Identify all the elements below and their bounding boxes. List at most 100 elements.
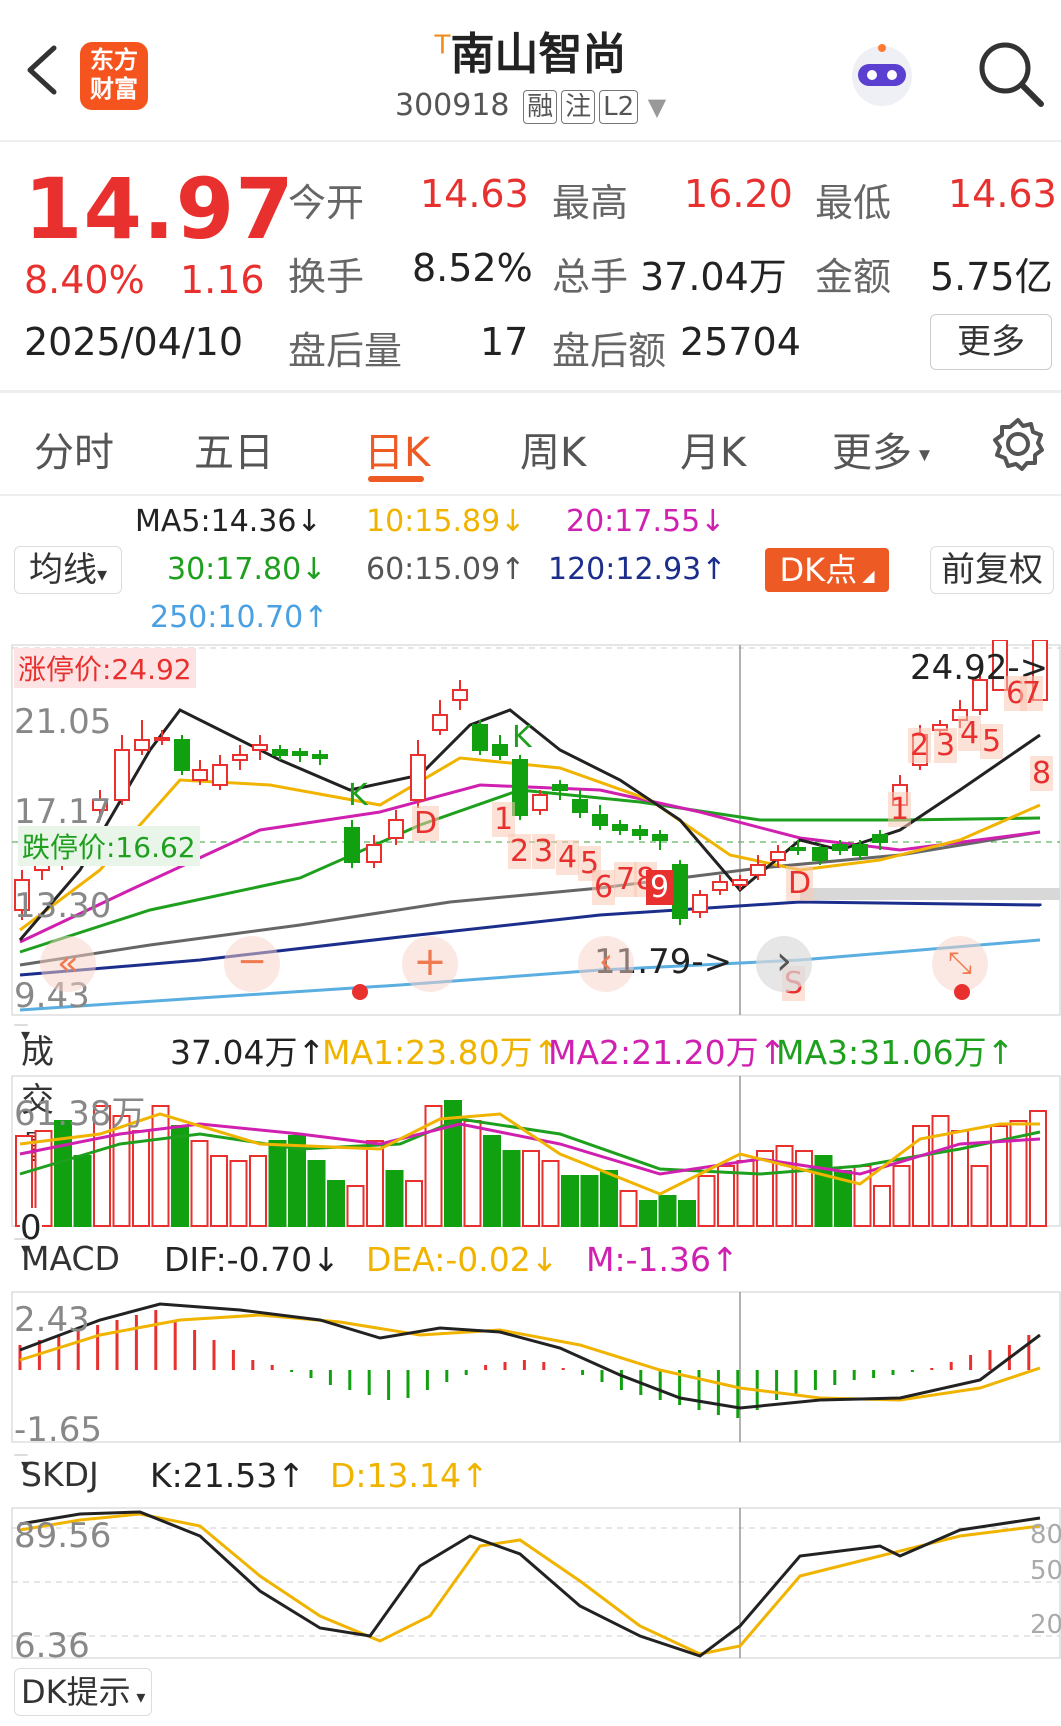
volume-bar [736, 1160, 755, 1227]
macd-dif-line [19, 1302, 1041, 1410]
macd-chart[interactable] [0, 1290, 1061, 1446]
volume-bar [619, 1190, 638, 1227]
minus-icon: − [236, 941, 268, 982]
candle-body [366, 844, 382, 863]
caret-down-icon: ▾ [21, 1025, 31, 1046]
volume-bar [600, 1170, 618, 1227]
dk-signal-marker: D [786, 866, 814, 901]
tab-weekly-k[interactable]: 周K [520, 420, 586, 478]
volume-bar [1029, 1110, 1047, 1227]
tab-monthly-k[interactable]: 月K [680, 420, 746, 478]
candle-body [512, 759, 528, 816]
dk-signal-marker: 4 [556, 840, 580, 875]
volume-bar [229, 1160, 248, 1227]
price-range-band [800, 888, 1060, 900]
volume-bar [892, 1165, 911, 1227]
volume-axis-top: 61.38万 [14, 1094, 146, 1134]
candle-body [134, 739, 150, 751]
zoom-out-button[interactable]: − [224, 936, 280, 992]
dk-signal-marker: 5 [980, 724, 1004, 759]
turnover-value: 8.52% [412, 246, 533, 290]
signal-dot [352, 984, 368, 1000]
zoom-in-button[interactable]: + [402, 936, 458, 992]
macd-selector[interactable]: MACD ▾ [14, 1238, 120, 1278]
robot-assistant-icon[interactable] [842, 40, 922, 116]
dk-signal-marker: D [412, 806, 440, 841]
volume-bar [268, 1140, 287, 1227]
tab-daily-k[interactable]: 日K [364, 420, 430, 478]
skdj-k: K:21.53↑ [150, 1456, 305, 1495]
limit-down-price-label: 跌停价:16.62 [18, 826, 200, 866]
stock-code-row[interactable]: 300918 融注 L2 ▼ [395, 88, 666, 124]
chart-prev-button[interactable]: ‹ [578, 936, 634, 992]
dk-hint-selector[interactable]: DK提示 ▾ [14, 1668, 153, 1716]
volume-bar [346, 1185, 365, 1227]
volume-bar [970, 1165, 989, 1227]
more-quote-button[interactable]: 更多 [930, 314, 1052, 370]
candle-body [410, 754, 426, 801]
settings-button[interactable] [990, 416, 1046, 472]
search-icon [979, 42, 1044, 107]
tab-more[interactable]: 更多 ▾ [832, 420, 930, 478]
change-percent: 8.40% [24, 258, 145, 302]
dk-signal-marker: 1 [888, 792, 912, 827]
price-axis-label-3: 13.30 [14, 886, 112, 926]
high-value: 16.20 [684, 172, 793, 216]
open-value: 14.63 [420, 172, 529, 216]
candle-body [174, 739, 190, 771]
skdj-chart[interactable] [0, 1506, 1061, 1662]
dk-signal-marker: 7 [1020, 676, 1044, 711]
dk-hint-label: DK提示 [21, 1673, 131, 1711]
after-amount-value: 25704 [680, 320, 801, 364]
candle-body [770, 851, 786, 861]
high-label: 最高 [552, 181, 629, 225]
current-price: 14.97 [24, 160, 295, 258]
corner-arrow-icon: ◢ [857, 566, 875, 585]
dk-points-button[interactable]: DK点 ◢ [765, 548, 889, 592]
tab-intraday[interactable]: 分时 [34, 420, 114, 478]
skdj-selector[interactable]: SKDJ ▾ [14, 1454, 99, 1494]
search-button[interactable] [975, 38, 1047, 110]
ma250-line [19, 938, 1041, 1012]
volume-bar [210, 1155, 228, 1227]
candle-body [812, 847, 828, 861]
volume-selector[interactable]: 成交量 ▾ [14, 1024, 54, 1167]
candle-body [612, 824, 628, 831]
volume-bar [561, 1175, 579, 1227]
dk-signal-marker: 2 [908, 728, 932, 763]
candle-body [272, 749, 288, 756]
candle-body [652, 834, 668, 841]
candle-body [532, 794, 548, 811]
candle-body [232, 754, 248, 761]
dropdown-icon: ▼ [647, 93, 667, 121]
volume-chart[interactable] [0, 1074, 1061, 1230]
volume-bar [366, 1140, 384, 1227]
skdj-d: D:13.14↑ [330, 1456, 489, 1495]
gear-icon [993, 418, 1044, 471]
quote-divider [0, 390, 1061, 393]
candle-body [852, 844, 868, 856]
caret-down-icon: ▾ [21, 1239, 31, 1260]
volume-bar [639, 1200, 657, 1227]
double-left-icon: « [56, 943, 80, 984]
tag-margin: 融 [523, 90, 558, 124]
dk-signal-marker: 2 [508, 834, 532, 869]
amount-label: 金额 [815, 255, 892, 299]
price-adjust-button[interactable]: 前复权 [930, 546, 1054, 594]
amount-value: 5.75亿 [930, 255, 1053, 299]
volume-bar [327, 1180, 345, 1227]
caret-down-icon: ▾ [21, 1455, 31, 1476]
price-axis-label-1: 21.05 [14, 702, 112, 742]
macd-dif: DIF:-0.70↓ [164, 1240, 340, 1279]
skdj-d-line [19, 1512, 1041, 1656]
volume-bar [151, 1105, 170, 1227]
tab-five-day[interactable]: 五日 [194, 420, 274, 478]
low-label: 最低 [815, 181, 892, 225]
candle-body [750, 864, 766, 876]
ma30-value: 30:17.80↓ [167, 552, 327, 587]
chart-scroll-left-button[interactable]: « [40, 936, 96, 992]
ma-selector[interactable]: 均线▾ [14, 546, 122, 594]
volume-bar [795, 1150, 813, 1227]
chart-next-button[interactable]: › [756, 936, 812, 992]
volume-value: 37.04万 [640, 255, 787, 299]
